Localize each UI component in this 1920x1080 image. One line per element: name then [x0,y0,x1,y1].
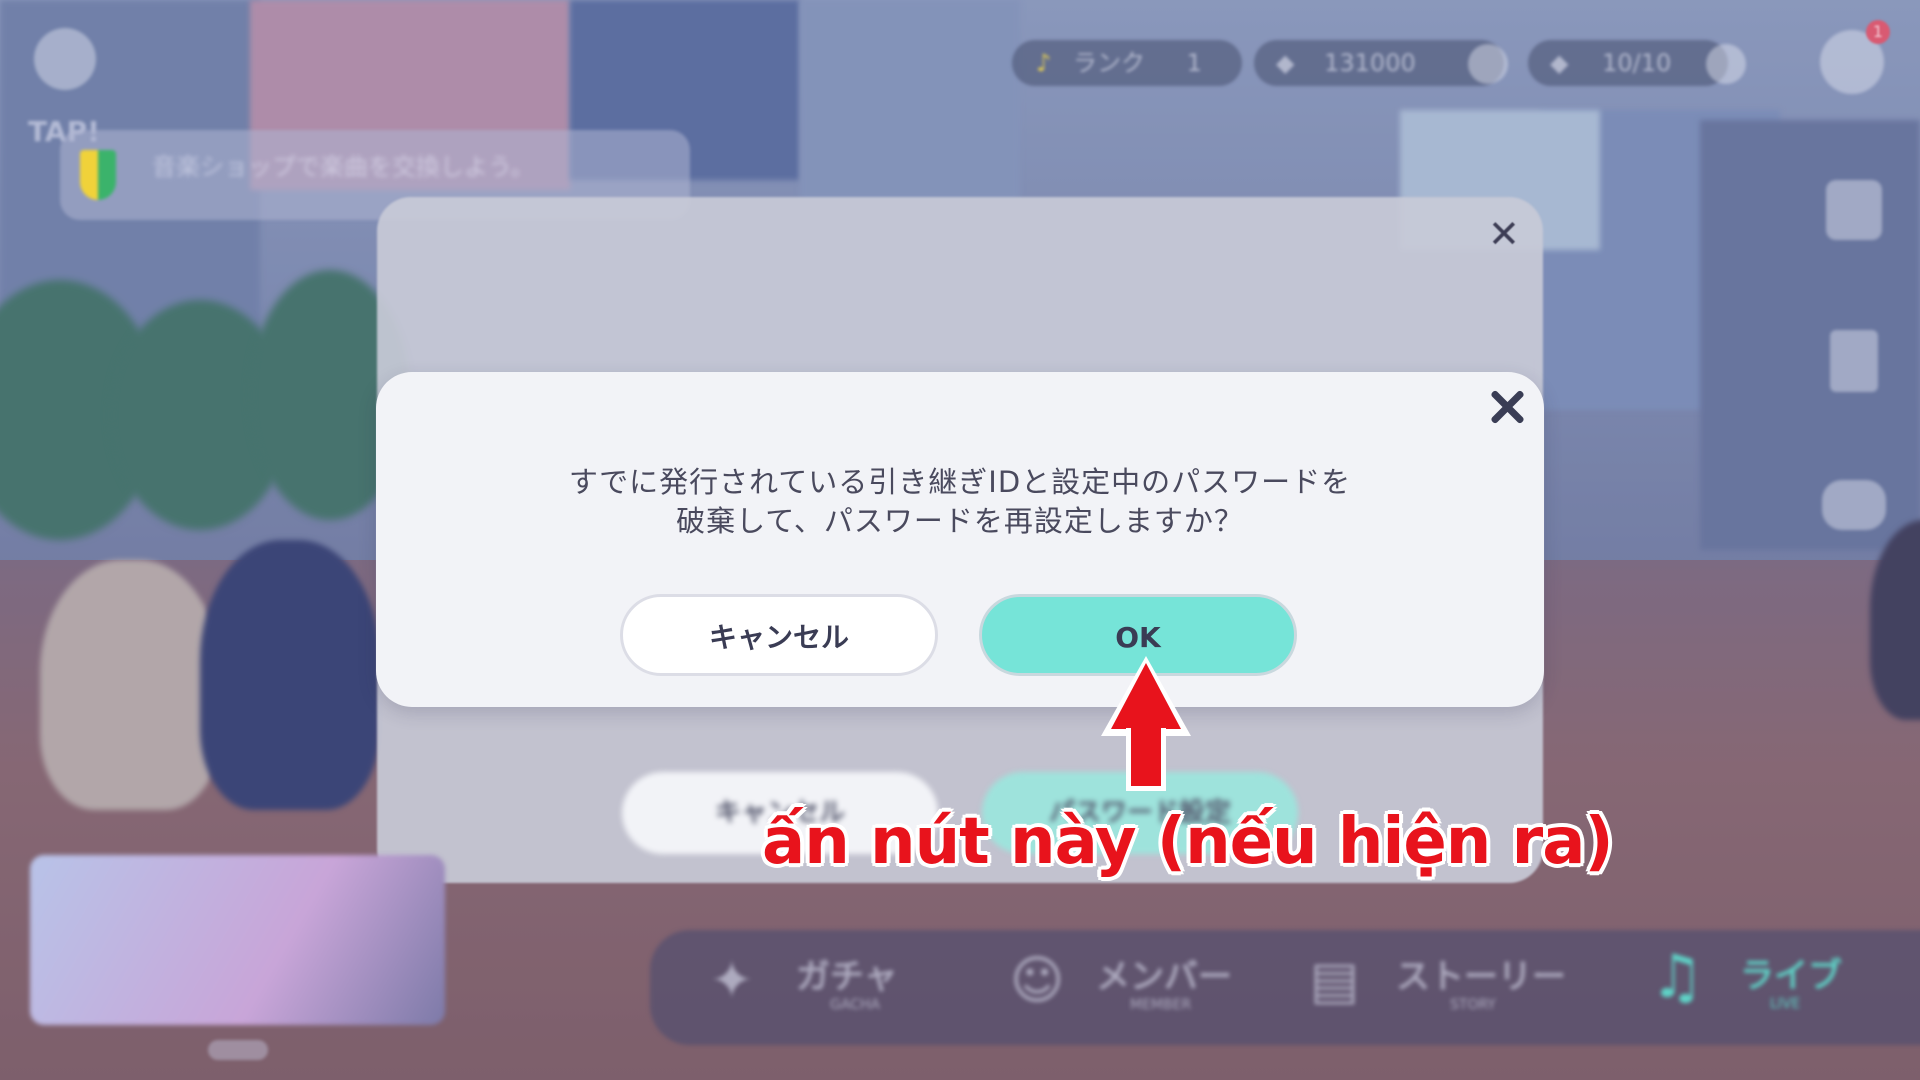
nav-label: ストーリー [1396,957,1566,997]
nav-sublabel: STORY [1450,997,1496,1013]
dialog-message-line2: 破棄して、パスワードを再設定しますか？ [676,504,1244,538]
currency-value: 131000 [1324,49,1416,77]
cancel-button[interactable]: キャンセル [620,594,938,676]
nav-item-member[interactable]: ☺ メンバー MEMBER [1000,945,1260,1025]
stamina-pill: ◆ 10/10 [1528,40,1728,86]
rank-value: 1 [1186,49,1202,77]
crystal-icon: ◆ [1276,49,1295,77]
nav-item-live[interactable]: ♫ ライブ LIVE [1640,940,1900,1030]
dialog-message: すでに発行されている引き継ぎIDと設定中のパスワードを 破棄して、パスワードを再… [376,463,1544,541]
event-banner[interactable] [30,855,445,1025]
friends-icon[interactable] [1822,480,1886,530]
close-icon[interactable] [1482,382,1532,432]
profile-icon[interactable] [34,28,96,90]
energy-icon: ◆ [1550,49,1569,77]
annotation-arrow-icon [1111,663,1181,729]
rank-label: ランク [1072,49,1145,77]
nav-item-gacha[interactable]: ✦ ガチャ GACHA [700,945,960,1025]
beginner-icon [80,150,116,200]
nav-sublabel: GACHA [830,997,881,1013]
annotation-text: ấn nút này (nếu hiện ra) [762,805,1614,879]
annotation-arrow-shaft [1126,728,1166,791]
stamina-value: 10/10 [1602,49,1672,77]
dialog-message-line1: すでに発行されている引き継ぎIDと設定中のパスワードを [568,465,1352,499]
music-note-icon: ♪ [1036,49,1052,77]
notification-badge: 1 [1866,20,1890,44]
nav-item-story[interactable]: ▤ ストーリー STORY [1300,945,1600,1025]
book-icon: ▤ [1310,951,1360,1011]
rank-pill: ♪ ランク 1 [1012,40,1242,86]
add-stamina-button[interactable] [1706,44,1746,84]
add-currency-button[interactable] [1468,44,1508,84]
nav-sublabel: MEMBER [1130,997,1192,1013]
background-close-icon: ✕ [1488,212,1520,256]
mission-text: 音楽ショップで楽曲を交換しよう。 [152,153,535,181]
mission-list-icon[interactable] [1830,330,1878,392]
nav-label: ガチャ [796,957,898,997]
member-icon: ☺ [1010,951,1065,1011]
music-notes-icon: ♫ [1650,942,1704,1012]
nav-label: メンバー [1096,957,1232,997]
gift-icon[interactable] [1826,180,1882,240]
nav-label: ライブ [1740,956,1842,996]
currency-pill: ◆ 131000 [1254,40,1504,86]
nav-sublabel: LIVE [1770,996,1801,1012]
gacha-icon: ✦ [710,951,754,1011]
banner-page-indicator [208,1040,268,1060]
